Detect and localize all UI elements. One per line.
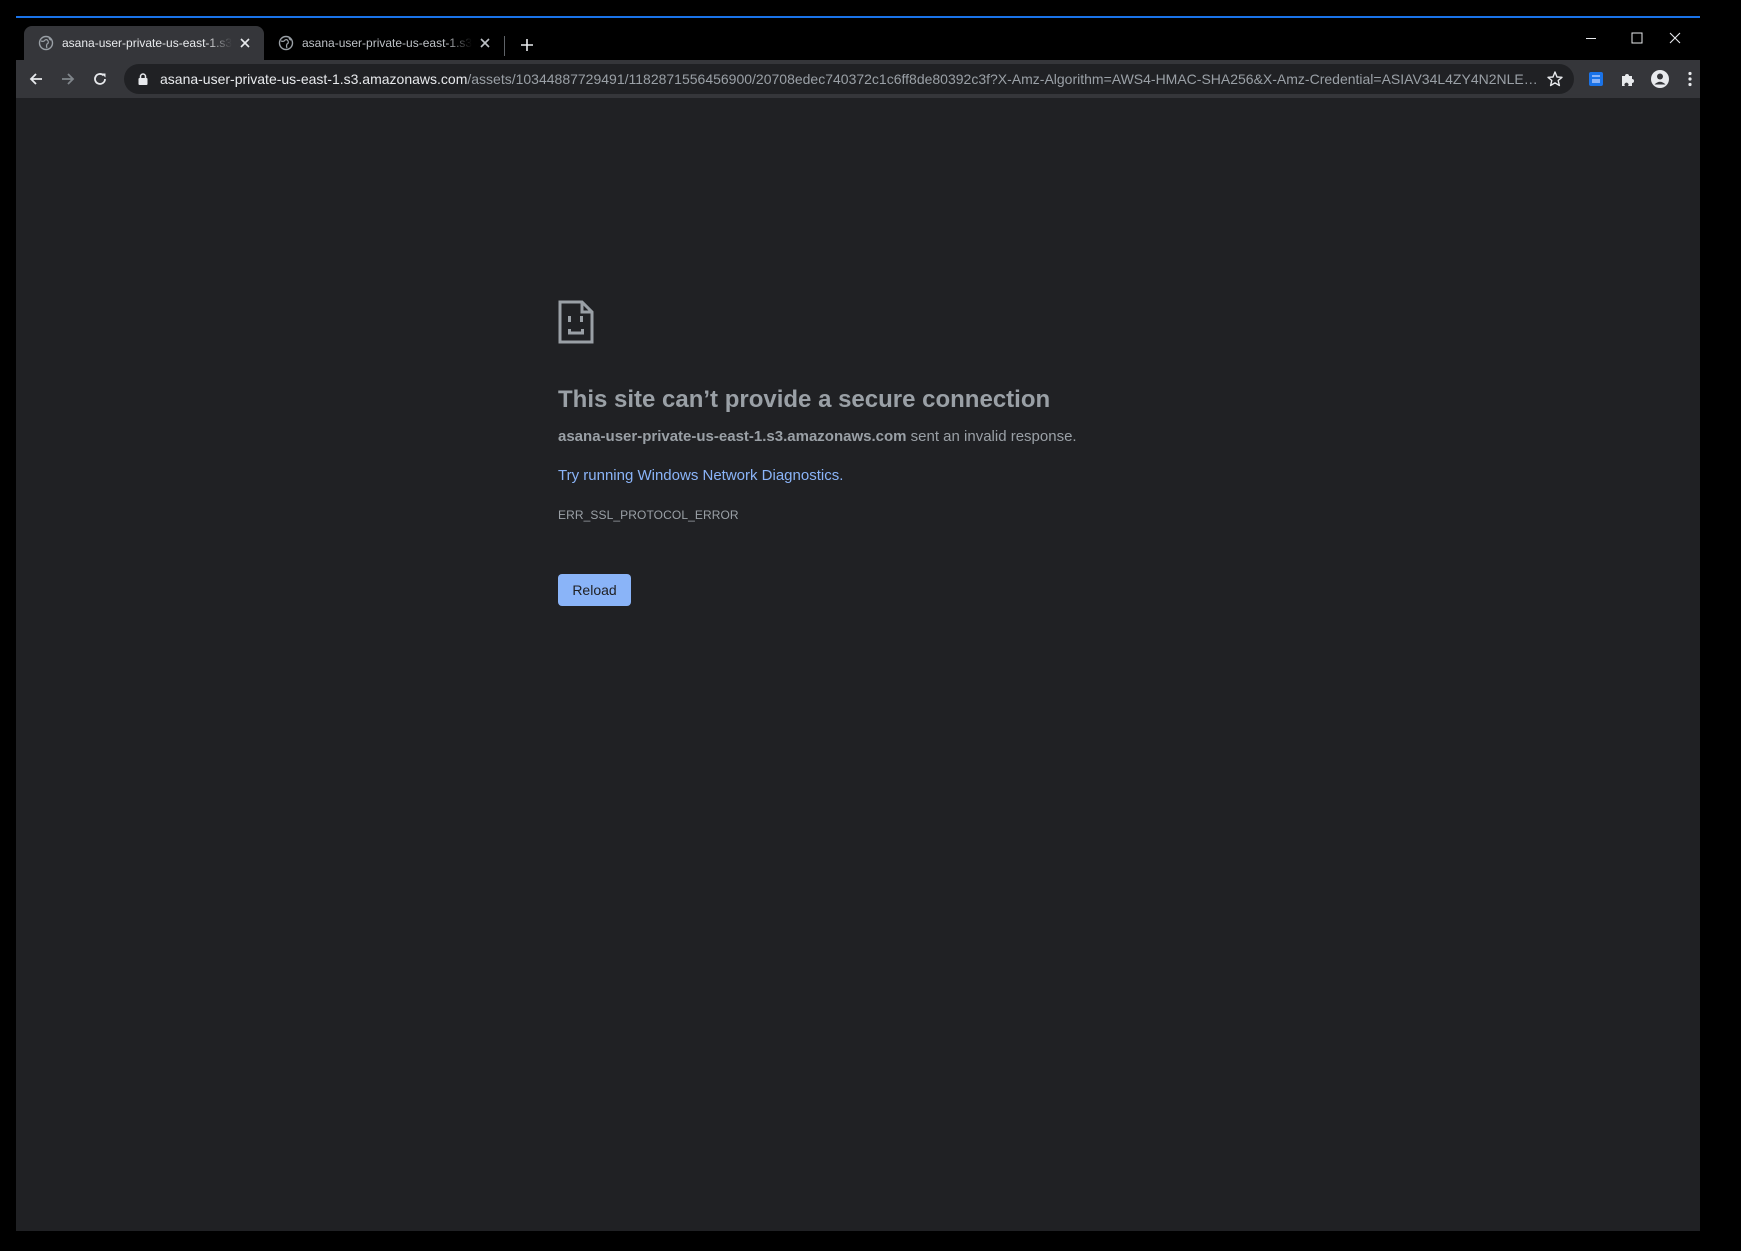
url-host: asana-user-private-us-east-1.s3.amazonaw… [160, 71, 468, 87]
extensions-button[interactable] [1614, 65, 1642, 93]
profile-button[interactable] [1646, 65, 1674, 93]
tab-separator [504, 36, 505, 56]
close-tab-icon[interactable] [236, 34, 254, 52]
back-button[interactable] [22, 65, 50, 93]
tab-strip: asana-user-private-us-east-1.s3.amazonaw… [16, 18, 1700, 60]
more-vertical-icon [1688, 71, 1692, 87]
extension-translate-button[interactable] [1582, 65, 1610, 93]
menu-button[interactable] [1676, 65, 1704, 93]
maximize-icon [1631, 32, 1643, 44]
tab-title: asana-user-private-us-east-1.s3.amazonaw… [62, 36, 232, 50]
diagnostics-link-suffix: . [839, 467, 844, 484]
minimize-icon [1586, 38, 1596, 39]
reload-toolbar-button[interactable] [86, 65, 114, 93]
url-path: /assets/10344887729491/1182871556456900/… [467, 71, 1538, 87]
address-bar[interactable]: asana-user-private-us-east-1.s3.amazonaw… [124, 64, 1574, 94]
forward-arrow-icon [62, 73, 75, 85]
close-window-button[interactable] [1652, 24, 1698, 52]
diagnostics-paragraph: Try running Windows Network Diagnostics. [558, 467, 1158, 484]
puzzle-icon [1622, 74, 1634, 86]
url-text: asana-user-private-us-east-1.s3.amazonaw… [160, 71, 1538, 87]
toolbar: asana-user-private-us-east-1.s3.amazonaw… [16, 60, 1700, 98]
close-tab-icon[interactable] [476, 34, 494, 52]
bookmark-star-icon[interactable] [1546, 70, 1564, 88]
lock-icon [138, 73, 148, 85]
tab-active[interactable]: asana-user-private-us-east-1.s3.amazonaw… [24, 26, 264, 60]
plus-icon [521, 39, 533, 51]
error-host: asana-user-private-us-east-1.s3.amazonaw… [558, 428, 907, 445]
error-title: This site can’t provide a secure connect… [558, 386, 1051, 413]
error-description-suffix: sent an invalid response. [906, 428, 1077, 445]
tab-title: asana-user-private-us-east-1.s3.amazonaw… [302, 36, 472, 50]
globe-icon [38, 35, 54, 51]
error-code: ERR_SSL_PROTOCOL_ERROR [558, 508, 739, 522]
close-icon [1669, 32, 1681, 44]
error-container: This site can’t provide a secure connect… [558, 300, 1158, 606]
new-tab-button[interactable] [514, 32, 540, 58]
reload-button[interactable]: Reload [558, 574, 631, 606]
page-content: This site can’t provide a secure connect… [16, 98, 1700, 1233]
diagnostics-link[interactable]: Try running Windows Network Diagnostics [558, 467, 839, 484]
forward-button[interactable] [54, 65, 82, 93]
globe-icon [278, 35, 294, 51]
back-arrow-icon [29, 73, 42, 85]
tab-inactive[interactable]: asana-user-private-us-east-1.s3.amazonaw… [264, 26, 504, 60]
minimize-button[interactable] [1568, 24, 1614, 52]
translate-extension-icon [1589, 72, 1603, 86]
account-circle-icon [1651, 70, 1669, 88]
browser-window: asana-user-private-us-east-1.s3.amazonaw… [16, 16, 1700, 1231]
refresh-icon [94, 73, 106, 85]
sad-document-icon [558, 300, 594, 344]
error-description: asana-user-private-us-east-1.s3.amazonaw… [558, 428, 1158, 445]
